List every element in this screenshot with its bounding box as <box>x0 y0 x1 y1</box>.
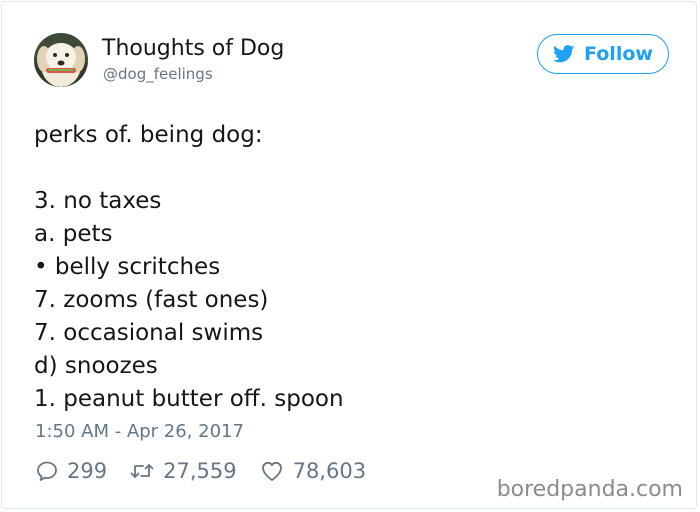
retweet-count: 27,559 <box>163 459 237 483</box>
heart-icon <box>259 459 285 483</box>
tweet-line: a. pets <box>34 221 113 247</box>
like-count: 78,603 <box>292 459 367 483</box>
tweet-actions: 299 27,559 78,603 <box>35 456 366 486</box>
reply-icon <box>35 459 59 483</box>
follow-button[interactable]: Follow <box>537 34 669 74</box>
like-button[interactable]: 78,603 <box>259 459 366 483</box>
user-handle[interactable]: @dog_feelings <box>103 64 213 84</box>
retweet-button[interactable]: 27,559 <box>129 459 237 483</box>
dog-avatar[interactable] <box>34 33 88 87</box>
tweet-line: • belly scritches <box>34 254 221 280</box>
follow-label: Follow <box>584 43 653 65</box>
tweet-card: Thoughts of Dog @dog_feelings Follow per… <box>1 1 697 509</box>
retweet-icon <box>129 459 155 483</box>
display-name[interactable]: Thoughts of Dog <box>102 35 284 63</box>
tweet-line: 3. no taxes <box>34 188 162 214</box>
watermark: boredpanda.com <box>496 477 683 502</box>
tweet-text: perks of. being dog: 3. no taxes a. pets… <box>34 119 344 416</box>
tweet-line: 7. occasional swims <box>34 320 264 346</box>
tweet-line: d) snoozes <box>34 353 158 379</box>
tweet-blank-line <box>34 152 344 185</box>
reply-button[interactable]: 299 <box>35 459 107 483</box>
reply-count: 299 <box>67 459 108 483</box>
tweet-line: 1. peanut butter off. spoon <box>34 386 344 412</box>
tweet-line: perks of. being dog: <box>34 122 263 148</box>
twitter-bird-icon <box>553 45 575 63</box>
tweet-line: 7. zooms (fast ones) <box>34 287 269 313</box>
tweet-timestamp[interactable]: 1:50 AM - Apr 26, 2017 <box>35 420 244 444</box>
